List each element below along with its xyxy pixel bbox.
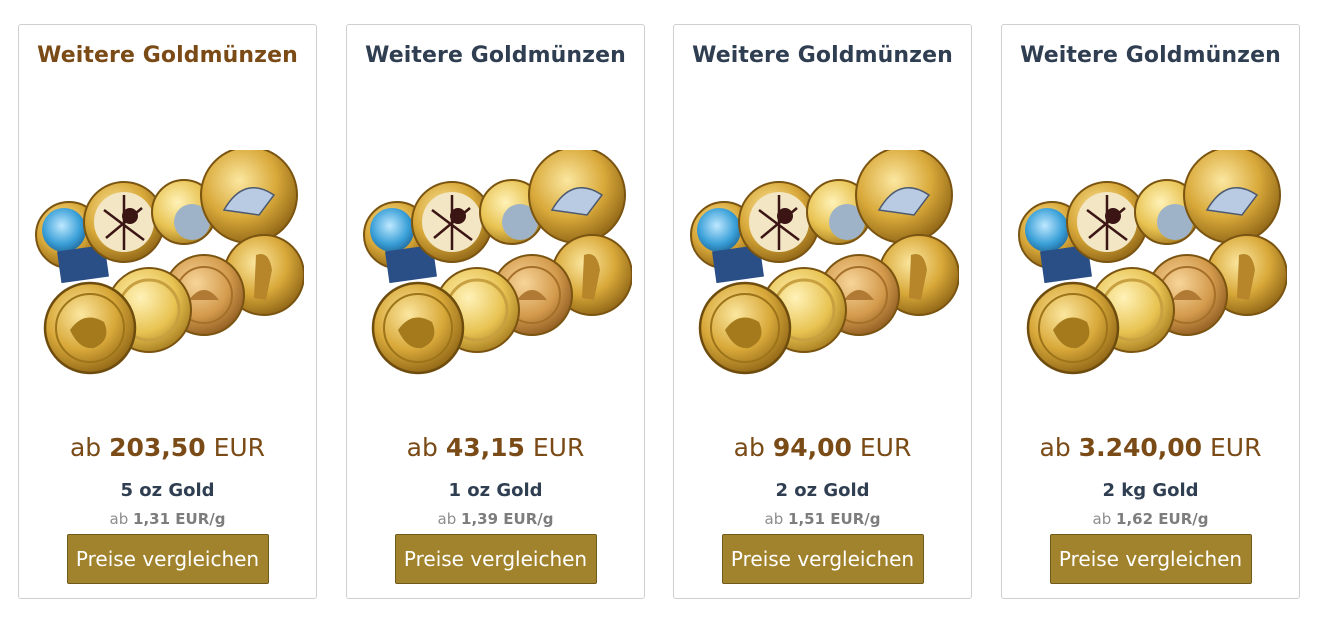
price-value: 203,50	[109, 433, 206, 462]
price-currency: EUR	[1210, 433, 1262, 462]
price: ab 203,50 EUR	[19, 433, 316, 462]
price-prefix: ab	[69, 433, 102, 462]
price-prefix: ab	[1039, 433, 1071, 462]
price-value: 3.240,00	[1078, 433, 1203, 462]
product-card[interactable]: Weitere Goldmünzen ab 203,50 EUR 5 oz Go…	[18, 24, 317, 599]
price: ab 43,15 EUR	[347, 433, 644, 462]
weight-label: 1 oz Gold	[448, 480, 543, 501]
gold-coins-image[interactable]	[34, 150, 304, 375]
price-per-gram: ab 1,62 EUR/g	[1002, 510, 1299, 528]
compare-prices-button[interactable]: Preise vergleichen	[66, 534, 269, 584]
gold-coins-image[interactable]	[362, 150, 632, 375]
card-title[interactable]: Weitere Goldmünzen	[19, 43, 316, 68]
price-currency: EUR	[859, 433, 912, 462]
per-gram-value: 1,39 EUR/g	[461, 510, 554, 528]
price-per-gram: ab 1,31 EUR/g	[19, 510, 316, 528]
card-title[interactable]: Weitere Goldmünzen	[674, 43, 971, 68]
price-per-gram: ab 1,39 EUR/g	[347, 510, 644, 528]
price-currency: EUR	[532, 433, 585, 462]
product-card[interactable]: Weitere Goldmünzen ab 3.240,00 EUR 2 kg …	[1001, 24, 1300, 599]
weight-label: 2 kg Gold	[1102, 480, 1199, 501]
product-grid: Weitere Goldmünzen ab 203,50 EUR 5 oz Go…	[0, 0, 1323, 617]
price: ab 3.240,00 EUR	[1002, 433, 1299, 462]
per-gram-prefix: ab	[1092, 510, 1112, 528]
price: ab 94,00 EUR	[674, 433, 971, 462]
compare-prices-button[interactable]: Preise vergleichen	[394, 534, 597, 584]
weight-label: 2 oz Gold	[775, 480, 870, 501]
product-card[interactable]: Weitere Goldmünzen ab 94,00 EUR 2 oz Gol…	[673, 24, 972, 599]
weight-label: 5 oz Gold	[120, 480, 215, 501]
price-prefix: ab	[406, 433, 438, 462]
price-value: 43,15	[445, 433, 525, 462]
gold-coins-image[interactable]	[1017, 150, 1287, 375]
card-title[interactable]: Weitere Goldmünzen	[1002, 43, 1299, 68]
per-gram-prefix: ab	[437, 510, 457, 528]
per-gram-value: 1,51 EUR/g	[788, 510, 881, 528]
per-gram-value: 1,31 EUR/g	[133, 510, 226, 528]
product-card[interactable]: Weitere Goldmünzen ab 43,15 EUR 1 oz Gol…	[346, 24, 645, 599]
compare-prices-button[interactable]: Preise vergleichen	[1049, 534, 1252, 584]
gold-coins-image[interactable]	[689, 150, 959, 375]
per-gram-value: 1,62 EUR/g	[1116, 510, 1209, 528]
price-value: 94,00	[772, 433, 852, 462]
price-prefix: ab	[733, 433, 765, 462]
price-per-gram: ab 1,51 EUR/g	[674, 510, 971, 528]
card-title[interactable]: Weitere Goldmünzen	[347, 43, 644, 68]
price-currency: EUR	[213, 433, 266, 462]
compare-prices-button[interactable]: Preise vergleichen	[721, 534, 924, 584]
per-gram-prefix: ab	[109, 510, 129, 528]
per-gram-prefix: ab	[764, 510, 784, 528]
